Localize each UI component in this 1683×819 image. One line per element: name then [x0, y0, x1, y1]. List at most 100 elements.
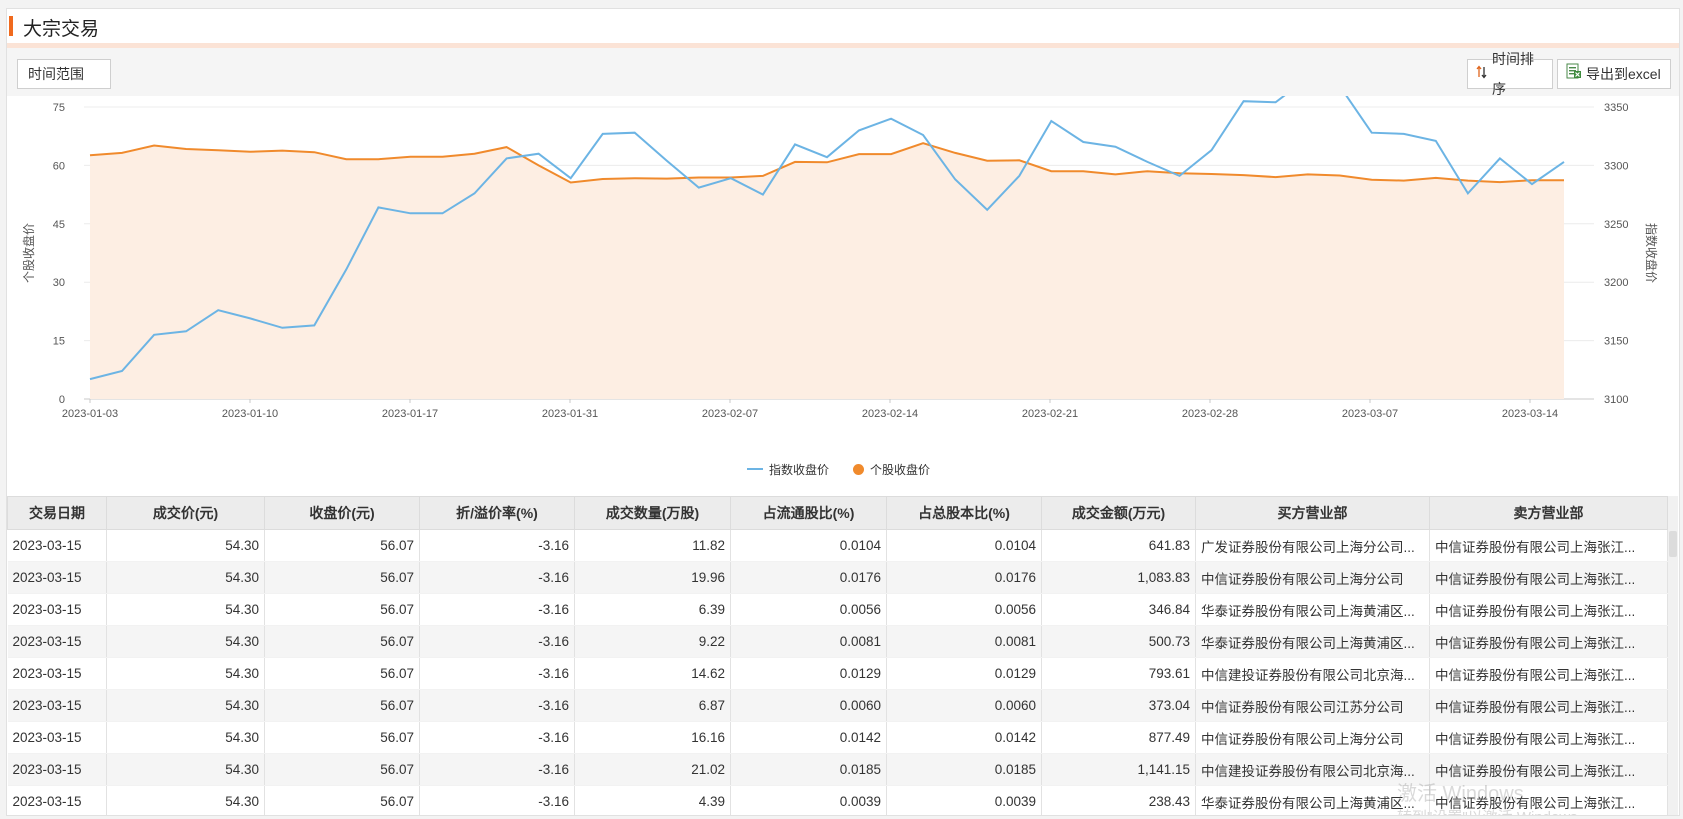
table-cell: 0.0129 — [730, 657, 887, 690]
stock-close-area — [90, 143, 1564, 399]
legend-stock-label: 个股收盘价 — [870, 462, 931, 477]
table-cell: 2023-03-15 — [7, 593, 107, 626]
column-header[interactable]: 收盘价(元) — [264, 496, 420, 530]
y-right-axis-title: 指数收盘价 — [1644, 223, 1659, 283]
title-accent-bar — [9, 16, 13, 36]
table-cell: 56.07 — [264, 529, 420, 562]
table-cell: 0.0176 — [730, 561, 887, 594]
table-cell: 56.07 — [264, 657, 420, 690]
table-cell: 1,083.83 — [1041, 561, 1196, 594]
time-range-label: 时间范围 — [28, 66, 84, 82]
table-cell: -3.16 — [419, 657, 575, 690]
table-cell: 中信证券股份有限公司上海张江... — [1429, 689, 1668, 722]
table-cell: 0.0039 — [886, 785, 1042, 815]
title-bar: 大宗交易 — [7, 9, 1679, 48]
table-cell: 1,141.15 — [1041, 753, 1196, 786]
time-range-button[interactable]: 时间范围 — [17, 59, 111, 89]
table-cell: 877.49 — [1041, 721, 1196, 754]
chart-legend: 指数收盘价 个股收盘价 — [747, 459, 930, 479]
column-header[interactable]: 占总股本比(%) — [886, 496, 1042, 530]
column-header[interactable]: 占流通股比(%) — [730, 496, 887, 530]
column-header[interactable]: 买方营业部 — [1195, 496, 1430, 530]
table-cell: 19.96 — [574, 561, 731, 594]
column-header[interactable]: 卖方营业部 — [1429, 496, 1668, 530]
block-trade-table: 交易日期 成交价(元) 收盘价(元) 折/溢价率(%) 成交数量(万股) 占流通股比(%)… — [7, 496, 1668, 815]
table-cell: 641.83 — [1041, 529, 1196, 562]
table-row[interactable]: 2023-03-15 54.30 56.07 -3.16 16.16 0.0142 0.01… — [7, 721, 1668, 754]
table-cell: 0.0142 — [886, 721, 1042, 754]
table-cell: -3.16 — [419, 529, 575, 562]
windows-activation-watermark: 激活 Windows — [1397, 783, 1524, 805]
y-right-tick-label: 3150 — [1604, 336, 1628, 348]
column-header[interactable]: 成交金额(万元) — [1041, 496, 1196, 530]
table-cell: 21.02 — [574, 753, 731, 786]
x-tick-label: 2023-01-31 — [542, 408, 598, 420]
table-cell: 中信证券股份有限公司上海张江... — [1429, 561, 1668, 594]
table-cell: 中信证券股份有限公司上海张江... — [1429, 721, 1668, 754]
table-cell: -3.16 — [419, 721, 575, 754]
table-cell: 56.07 — [264, 785, 420, 815]
table-cell: 0.0081 — [886, 625, 1042, 658]
table-cell: 6.87 — [574, 689, 731, 722]
table-row[interactable]: 2023-03-15 54.30 56.07 -3.16 19.96 0.0176 0.01… — [7, 561, 1668, 594]
legend-stock-dot-icon — [853, 463, 865, 475]
table-cell: 500.73 — [1041, 625, 1196, 658]
table-cell: 中信证券股份有限公司上海分公司 — [1195, 561, 1430, 594]
table-cell: 华泰证券股份有限公司上海黄浦区... — [1195, 625, 1430, 658]
table-cell: -3.16 — [419, 689, 575, 722]
time-sort-button[interactable]: 时间排序 — [1467, 51, 1553, 97]
table-cell: 793.61 — [1041, 657, 1196, 690]
time-sort-label: 时间排序 — [1492, 51, 1534, 97]
table-cell: 2023-03-15 — [7, 529, 107, 562]
excel-icon — [1566, 59, 1582, 89]
price-chart-svg: 0 15 30 45 60 75 3100 3150 3200 3250 3300 3350 2023-… — [21, 96, 1659, 420]
x-tick-label: 2023-01-10 — [222, 408, 278, 420]
table-cell: 14.62 — [574, 657, 731, 690]
column-header[interactable]: 交易日期 — [7, 496, 107, 530]
table-cell: 54.30 — [106, 561, 265, 594]
y-right-tick-label: 3250 — [1604, 219, 1628, 231]
table-cell: 华泰证券股份有限公司上海黄浦区... — [1195, 593, 1430, 626]
column-header[interactable]: 成交价(元) — [106, 496, 265, 530]
table-row[interactable]: 2023-03-15 54.30 56.07 -3.16 9.22 0.0081 0.008… — [7, 625, 1668, 658]
table-row[interactable]: 2023-03-15 54.30 56.07 -3.16 11.82 0.0104 0.01… — [7, 529, 1668, 562]
table-cell: 11.82 — [574, 529, 731, 562]
table-row[interactable]: 2023-03-15 54.30 56.07 -3.16 6.87 0.0060 0.006… — [7, 689, 1668, 722]
table-row[interactable]: 2023-03-15 54.30 56.07 -3.16 6.39 0.0056 0.005… — [7, 593, 1668, 626]
sort-arrows-icon — [1476, 59, 1488, 89]
table-cell: 0.0039 — [730, 785, 887, 815]
table-row[interactable]: 2023-03-15 54.30 56.07 -3.16 14.62 0.0129 0.01… — [7, 657, 1668, 690]
table-cell: 2023-03-15 — [7, 657, 107, 690]
table-cell: 56.07 — [264, 753, 420, 786]
toolbar: 时间范围 时间排序 导出到excel — [7, 48, 1679, 97]
table-cell: 0.0185 — [730, 753, 887, 786]
table-cell: 56.07 — [264, 561, 420, 594]
x-tick-label: 2023-02-21 — [1022, 408, 1078, 420]
table-cell: 中信证券股份有限公司上海分公司 — [1195, 721, 1430, 754]
legend-index[interactable]: 指数收盘价 — [747, 461, 829, 478]
y-left-tick-label: 60 — [53, 160, 65, 172]
y-right-tick-label: 3200 — [1604, 277, 1628, 289]
column-header[interactable]: 成交数量(万股) — [574, 496, 731, 530]
table-cell: 0.0129 — [886, 657, 1042, 690]
y-right-tick-label: 3350 — [1604, 102, 1628, 114]
table-cell: 2023-03-15 — [7, 561, 107, 594]
x-tick-label: 2023-02-28 — [1182, 408, 1238, 420]
legend-index-line-icon — [747, 468, 763, 470]
table-scrollbar-thumb[interactable] — [1669, 531, 1677, 557]
table-cell: 中信建投证券股份有限公司北京海... — [1195, 657, 1430, 690]
export-excel-button[interactable]: 导出到excel — [1557, 59, 1671, 89]
table-cell: 0.0056 — [730, 593, 887, 626]
export-excel-label: 导出到excel — [1586, 66, 1661, 82]
x-tick-label: 2023-01-03 — [62, 408, 118, 420]
legend-stock[interactable]: 个股收盘价 — [853, 461, 930, 478]
table-cell: 0.0060 — [730, 689, 887, 722]
table-cell: 6.39 — [574, 593, 731, 626]
block-trade-panel: 大宗交易 时间范围 时间排序 导出到excel 0 15 30 45 60 75… — [6, 8, 1680, 816]
column-header[interactable]: 折/溢价率(%) — [419, 496, 575, 530]
table-cell: 56.07 — [264, 689, 420, 722]
table-cell: -3.16 — [419, 561, 575, 594]
table-cell: -3.16 — [419, 753, 575, 786]
table-cell: 中信证券股份有限公司上海张江... — [1429, 657, 1668, 690]
price-chart: 0 15 30 45 60 75 3100 3150 3200 3250 3300 3350 2023-… — [7, 96, 1679, 486]
